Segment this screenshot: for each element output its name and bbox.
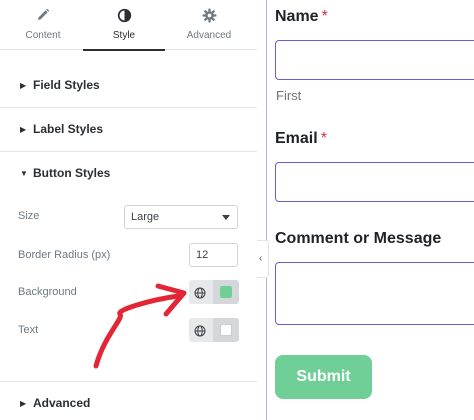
section-title: Field Styles <box>33 78 100 92</box>
tab-advanced-label: Advanced <box>186 30 232 41</box>
globe-icon[interactable] <box>194 286 206 299</box>
chevron-left-icon: ‹ <box>259 253 263 264</box>
name-input[interactable] <box>275 40 474 80</box>
name-label-text: Name <box>275 8 319 25</box>
section-title: Advanced <box>33 396 91 410</box>
first-sublabel: First <box>276 88 302 103</box>
size-select[interactable]: Large <box>124 205 238 229</box>
tab-content[interactable]: Content <box>0 0 86 50</box>
tab-style-label: Style <box>112 30 136 41</box>
pencil-icon <box>0 8 86 24</box>
email-field-label: Email * <box>275 130 327 148</box>
background-label: Background <box>18 286 77 298</box>
background-color-swatch <box>220 286 232 298</box>
email-input[interactable] <box>275 162 474 202</box>
panel-divider <box>266 0 267 420</box>
background-swatch-button[interactable] <box>213 280 239 304</box>
panel-tabs: Content Style Advanced <box>0 0 257 51</box>
section-title: Button Styles <box>33 166 111 180</box>
required-asterisk: * <box>320 130 327 147</box>
text-color-swatch <box>220 324 232 336</box>
border-radius-label: Border Radius (px) <box>18 249 111 261</box>
email-label-text: Email <box>275 130 318 147</box>
border-radius-input[interactable]: 12 <box>189 243 238 267</box>
caret-right-icon: ▶ <box>20 81 27 90</box>
tab-content-label: Content <box>25 30 61 41</box>
chevron-down-icon <box>222 215 230 220</box>
section-label-styles[interactable]: ▶ Label Styles <box>0 108 257 152</box>
section-field-styles[interactable]: ▶ Field Styles <box>0 64 257 108</box>
required-asterisk: * <box>321 8 328 25</box>
section-advanced[interactable]: ▶ Advanced <box>0 381 257 420</box>
text-color-label: Text <box>18 324 39 336</box>
caret-right-icon: ▶ <box>20 125 27 134</box>
section-button-styles[interactable]: ▼ Button Styles <box>0 152 257 196</box>
text-color-picker <box>189 318 239 342</box>
caret-down-icon: ▼ <box>20 169 28 178</box>
caret-right-icon: ▶ <box>20 399 27 408</box>
section-title: Label Styles <box>33 122 104 136</box>
globe-icon[interactable] <box>194 324 206 337</box>
text-swatch-button[interactable] <box>213 318 239 342</box>
border-radius-value: 12 <box>196 249 209 261</box>
contrast-icon <box>81 8 167 24</box>
tab-advanced[interactable]: Advanced <box>166 0 252 50</box>
name-field-label: Name * <box>275 8 328 26</box>
size-label: Size <box>18 210 40 222</box>
collapse-panel-button[interactable]: ‹ <box>257 240 269 278</box>
background-color-picker <box>189 280 239 304</box>
comment-field-label: Comment or Message <box>275 230 442 247</box>
gear-icon <box>166 8 252 24</box>
style-panel: Content Style Advanced ▶ Field Styles ▶ … <box>0 0 257 420</box>
size-select-value: Large <box>131 211 160 223</box>
comment-textarea[interactable] <box>275 262 474 325</box>
tab-style[interactable]: Style <box>81 0 167 51</box>
submit-button[interactable]: Submit <box>275 355 372 399</box>
